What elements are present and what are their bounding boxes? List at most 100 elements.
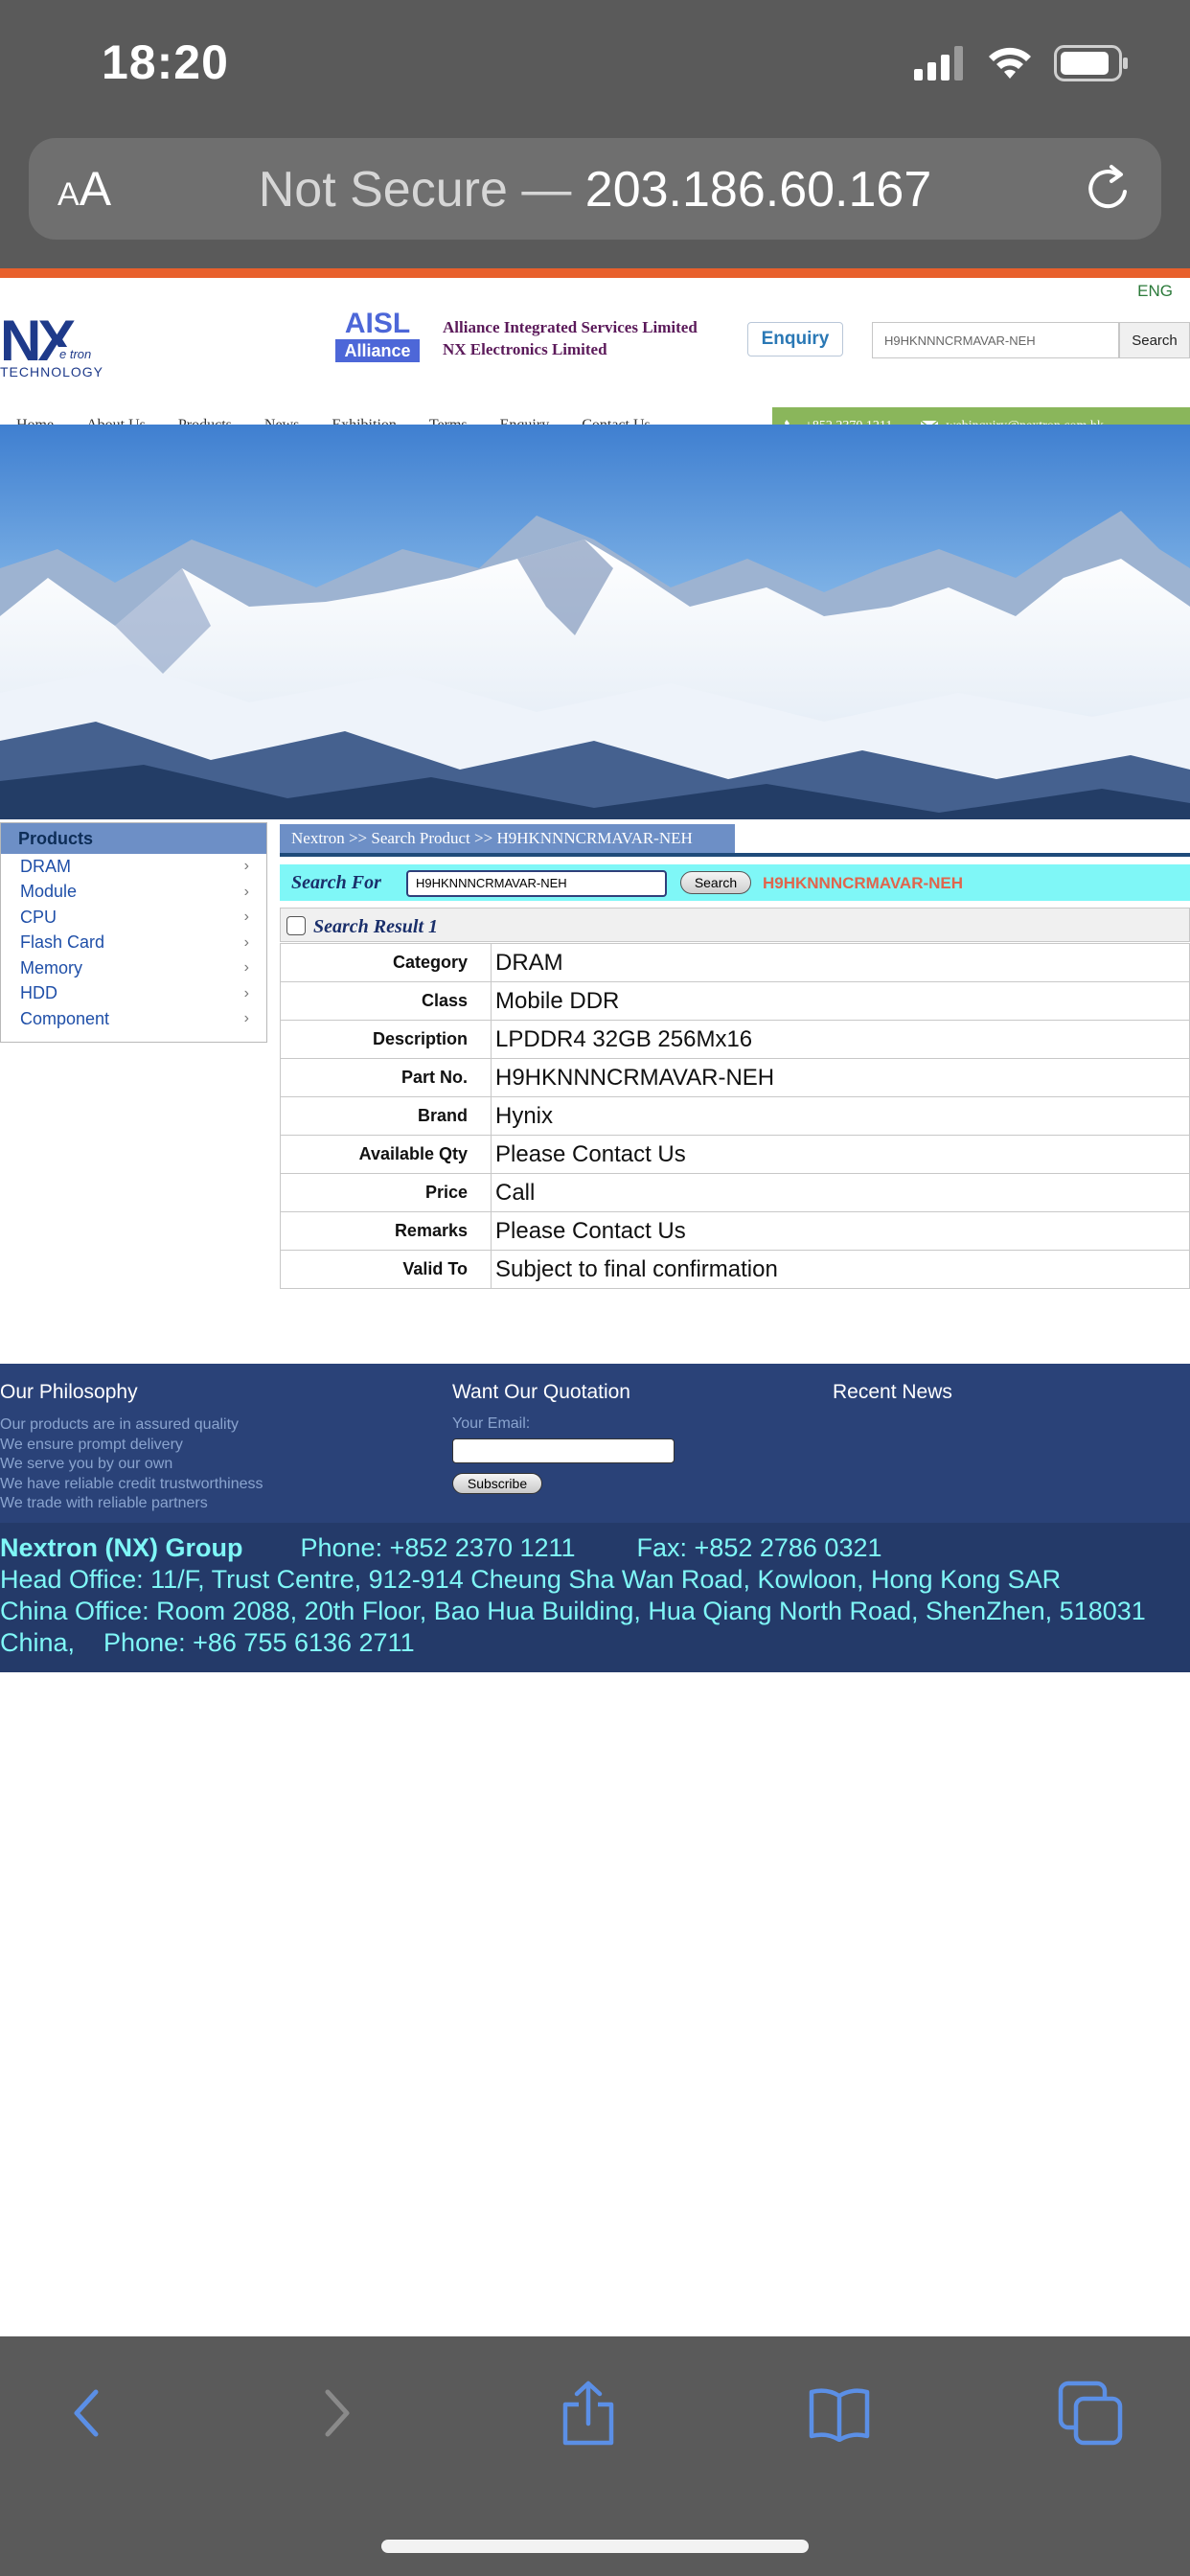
row-value: Please Contact Us <box>491 1135 1190 1174</box>
table-row: Valid To Subject to final confirmation <box>280 1250 1190 1289</box>
search-term: H9HKNNNCRMAVAR-NEH <box>763 874 964 892</box>
email-field[interactable] <box>452 1438 675 1463</box>
head-office-address: Head Office: 11/F, Trust Centre, 912-914… <box>0 1565 1062 1594</box>
table-row: Remarks Please Contact Us <box>280 1211 1190 1251</box>
site-header: NX e tron TECHNOLOGY AISL Alliance Allia… <box>0 297 1190 447</box>
sidebar-item-component[interactable]: Component › <box>1 1006 266 1032</box>
table-row: Description LPDDR4 32GB 256Mx16 <box>280 1020 1190 1059</box>
sidebar-item-label: Memory <box>20 957 83 978</box>
table-row: Price Call <box>280 1173 1190 1212</box>
top-accent-strip <box>0 268 1190 278</box>
mountain-banner-image <box>0 425 1190 819</box>
row-key: Brand <box>280 1096 492 1136</box>
aisl-alliance-logo: AISL Alliance <box>335 309 420 364</box>
enquiry-button[interactable]: Enquiry <box>747 322 843 356</box>
row-key: Category <box>280 943 492 982</box>
search-for-input[interactable]: H9HKNNNCRMAVAR-NEH <box>406 870 667 897</box>
web-page: ENG NX e tron TECHNOLOGY AISL Alliance A… <box>0 268 1190 2336</box>
row-key: Remarks <box>280 1211 492 1251</box>
china-row: China, Phone: +86 755 6136 2711 <box>0 1627 1190 1659</box>
search-result-title: Search Result 1 <box>313 916 439 937</box>
group-phone: Phone: +852 2370 1211 <box>300 1533 576 1562</box>
search-for-button[interactable]: Search <box>680 871 751 894</box>
share-icon <box>562 2380 614 2446</box>
row-value: Subject to final confirmation <box>491 1250 1190 1289</box>
forward-button[interactable] <box>299 2375 376 2451</box>
tabs-button[interactable] <box>1052 2375 1129 2451</box>
browser-address-area: AA Not Secure — 203.186.60.167 <box>0 123 1190 268</box>
table-row: Part No. H9HKNNNCRMAVAR-NEH <box>280 1058 1190 1097</box>
result-table: Category DRAM Class Mobile DDR Description… <box>280 943 1190 1289</box>
sidebar-item-label: HDD <box>20 983 57 1003</box>
chevron-right-icon: › <box>243 933 249 951</box>
sidebar-item-cpu[interactable]: CPU › <box>1 905 266 931</box>
row-value: Mobile DDR <box>491 981 1190 1021</box>
home-indicator <box>381 2540 809 2553</box>
list-item: We ensure prompt delivery <box>0 1436 183 1453</box>
status-icons <box>914 42 1129 84</box>
site-footer: Our Philosophy Our products are in assur… <box>0 1364 1190 1523</box>
products-sidebar: Products DRAM › Module › CPU › Flash Card › … <box>0 822 267 1043</box>
row-value: H9HKNNNCRMAVAR-NEH <box>491 1058 1190 1097</box>
quotation-title: Want Our Quotation <box>452 1381 630 1403</box>
contact-row-group: Nextron (NX) Group Phone: +852 2370 1211 F… <box>0 1532 1190 1564</box>
list-item: We have reliable credit trustworthiness <box>0 1475 263 1492</box>
row-key: Description <box>280 1020 492 1059</box>
row-value: LPDDR4 32GB 256Mx16 <box>491 1020 1190 1059</box>
sidebar-item-hdd[interactable]: HDD › <box>1 981 266 1007</box>
reload-icon[interactable] <box>1081 161 1136 217</box>
philosophy-list: Our products are in assured quality We e… <box>0 1415 263 1514</box>
status-bar: 18:20 <box>0 0 1190 123</box>
chevron-right-icon: › <box>243 984 249 1001</box>
sidebar-item-label: Flash Card <box>20 932 105 953</box>
sidebar-item-module[interactable]: Module › <box>1 880 266 906</box>
recent-news-title: Recent News <box>833 1381 952 1403</box>
search-for-label: Search For <box>291 872 381 893</box>
contact-footer: Nextron (NX) Group Phone: +852 2370 1211 F… <box>0 1523 1190 1672</box>
header-search-button[interactable]: Search <box>1119 322 1190 358</box>
search-for-bar: Search For H9HKNNNCRMAVAR-NEH Search H9H… <box>280 864 1190 901</box>
sidebar-item-memory[interactable]: Memory › <box>1 955 266 981</box>
address-text[interactable]: Not Secure — 203.186.60.167 <box>29 161 1161 218</box>
sidebar-item-label: Module <box>20 882 78 902</box>
chevron-right-icon: › <box>243 1010 249 1027</box>
china-label: China, <box>0 1628 76 1657</box>
breadcrumb-underline <box>280 853 1190 857</box>
subscribe-button[interactable]: Subscribe <box>452 1473 542 1494</box>
partner-names: Alliance Integrated Services Limited NX … <box>443 318 698 358</box>
signal-icon <box>914 46 963 80</box>
china-phone: Phone: +86 755 6136 2711 <box>103 1628 415 1657</box>
chevron-right-icon: › <box>243 959 249 977</box>
back-icon <box>74 2389 99 2437</box>
header-search-input[interactable]: H9HKNNNCRMAVAR-NEH <box>872 322 1119 358</box>
table-row: Category DRAM <box>280 943 1190 982</box>
sidebar-item-label: DRAM <box>20 856 71 876</box>
sidebar-item-dram[interactable]: DRAM › <box>1 854 266 880</box>
status-time: 18:20 <box>102 35 229 89</box>
row-key: Available Qty <box>280 1135 492 1174</box>
wifi-icon <box>989 47 1031 79</box>
list-item: We serve you by our own <box>0 1456 173 1472</box>
chevron-right-icon: › <box>243 908 249 926</box>
nx-technology-logo[interactable]: NX e tron TECHNOLOGY <box>0 312 117 380</box>
row-value: Call <box>491 1173 1190 1212</box>
address-bar[interactable]: AA Not Secure — 203.186.60.167 <box>29 138 1161 240</box>
sidebar-item-label: Component <box>20 1008 110 1028</box>
group-name: Nextron (NX) Group <box>0 1533 243 1562</box>
row-value: Hynix <box>491 1096 1190 1136</box>
sidebar-item-flash-card[interactable]: Flash Card › <box>1 931 266 956</box>
forward-icon <box>325 2389 350 2437</box>
search-result-header: Search Result 1 <box>280 908 1190 942</box>
table-row: Class Mobile DDR <box>280 981 1190 1021</box>
share-button[interactable] <box>550 2375 627 2451</box>
breadcrumb: Nextron >> Search Product >> H9HKNNNCRMA… <box>280 824 735 853</box>
tabs-icon <box>1058 2380 1123 2446</box>
email-label: Your Email: <box>452 1415 531 1432</box>
result-checkbox[interactable] <box>286 916 306 935</box>
row-key: Class <box>280 981 492 1021</box>
sidebar-title: Products <box>1 823 266 854</box>
table-row: Available Qty Please Contact Us <box>280 1135 1190 1174</box>
table-row: Brand Hynix <box>280 1096 1190 1136</box>
bookmarks-button[interactable] <box>801 2375 878 2451</box>
back-button[interactable] <box>48 2375 125 2451</box>
